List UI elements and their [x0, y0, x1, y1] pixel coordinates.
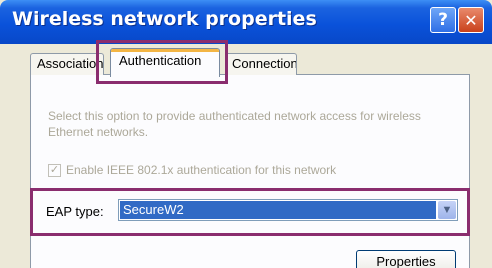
authentication-tab-highlight [96, 40, 228, 84]
enable-8021x-checkbox[interactable]: ✓ [48, 164, 61, 177]
close-button[interactable]: ✕ [458, 7, 484, 33]
title-bar[interactable]: Wireless network properties ? ✕ [0, 0, 492, 44]
wireless-network-properties-dialog: Wireless network properties ? ✕ Associat… [0, 0, 492, 268]
dialog-title: Wireless network properties [12, 8, 317, 30]
close-icon: ✕ [464, 10, 478, 30]
enable-8021x-label: Enable IEEE 802.1x authentication for th… [66, 163, 337, 177]
help-button[interactable]: ? [430, 7, 456, 33]
tab-association[interactable]: Association [30, 53, 104, 75]
authentication-description: Select this option to provide authentica… [48, 109, 421, 139]
checkmark-icon: ✓ [49, 164, 60, 176]
eap-type-highlight [30, 188, 470, 236]
help-icon: ? [438, 10, 448, 30]
properties-button[interactable]: Properties [356, 250, 456, 268]
tab-connection[interactable]: Connection [225, 53, 297, 75]
